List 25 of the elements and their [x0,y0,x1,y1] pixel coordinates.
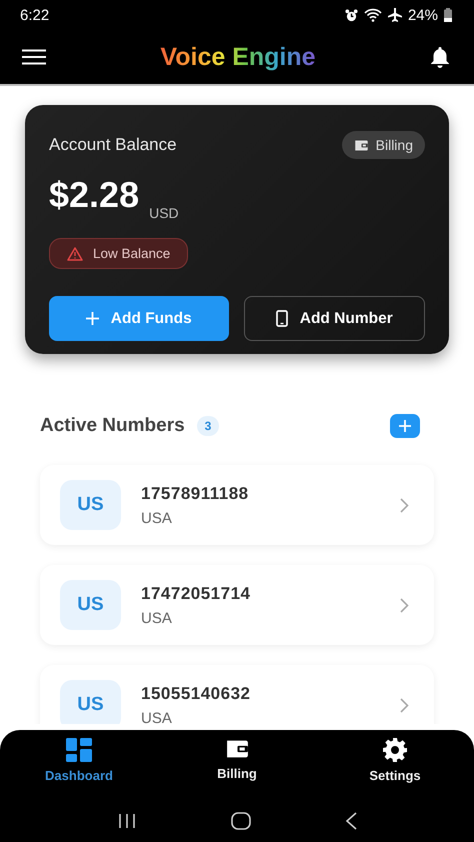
nav-tab[interactable]: Dashboard [19,738,139,800]
card-title: Account Balance [49,135,177,155]
billing-button[interactable]: Billing [342,131,425,159]
number-card[interactable]: US 17472051714 USA [40,565,434,645]
section-title: Active Numbers [40,415,185,437]
count-badge: 3 [196,416,220,436]
add-number-button[interactable]: Add Number [244,296,425,341]
country-name: USA [141,710,173,724]
country-code-tile: US [60,480,121,530]
country-code-tile: US [60,580,121,630]
phone-number: 17578911188 [141,484,250,504]
status-time: 6:22 [20,6,50,24]
low-balance-badge: Low Balance [49,238,188,269]
phone-number: 15055140632 [141,684,252,704]
number-card[interactable]: US 17578911188 USA [40,465,434,545]
nav-tab[interactable]: Billing [177,738,297,800]
balance-amount: $2.28 [49,177,140,213]
battery-level: 24% [408,6,438,24]
nav-tab[interactable]: Settings [335,738,455,800]
currency-label: USD [149,205,179,221]
phone-number: 17472051714 [141,584,252,604]
country-name: USA [141,510,173,526]
country-code-tile: US [60,680,121,724]
number-card[interactable]: US 15055140632 USA [40,665,434,724]
country-name: USA [141,610,173,626]
